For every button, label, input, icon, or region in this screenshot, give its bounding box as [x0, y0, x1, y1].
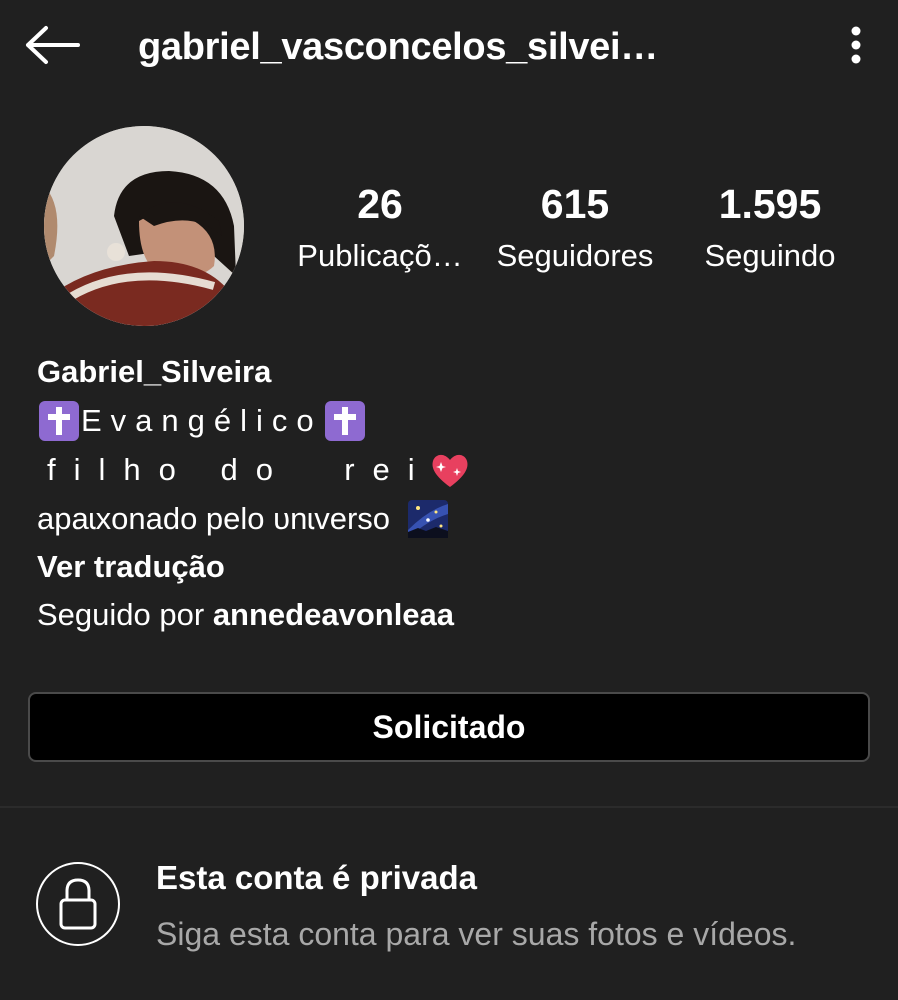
- posts-count: 26: [357, 181, 403, 227]
- followed-by-user-link[interactable]: annedeavonleaa: [213, 597, 454, 632]
- private-title: Esta conta é privada: [156, 859, 477, 896]
- sparkling-heart-icon: [432, 454, 468, 487]
- back-button[interactable]: [22, 22, 84, 68]
- profile-stats: 26 Publicaçõ… 615 Seguidores 1.595 Segui…: [0, 176, 898, 286]
- see-translation-link[interactable]: Ver tradução: [37, 543, 867, 591]
- arrow-left-icon: [26, 26, 80, 64]
- requested-button-label: Solicitado: [372, 708, 526, 745]
- profile-username-title: gabriel_vasconcelos_silvei…: [138, 26, 658, 68]
- bio-line-1-text: Evangélico: [81, 403, 323, 438]
- private-subtitle: Siga esta conta para ver suas fotos e ví…: [156, 916, 797, 952]
- requested-button[interactable]: Solicitado: [28, 692, 870, 762]
- followers-count: 615: [540, 181, 610, 227]
- bio-line-2: filho do rei: [37, 445, 867, 494]
- following-label: Seguindo: [704, 238, 836, 273]
- display-name: Gabriel_Silveira: [37, 354, 272, 389]
- followed-by-prefix: Seguido por: [37, 597, 213, 632]
- milky-way-icon: [408, 499, 449, 538]
- private-account-notice: Esta conta é privada Siga esta conta par…: [0, 808, 898, 1000]
- latin-cross-icon: [39, 400, 79, 441]
- stat-posts[interactable]: 26 Publicaçõ…: [285, 176, 475, 280]
- following-count: 1.595: [718, 181, 822, 227]
- stat-followers[interactable]: 615 Seguidores: [480, 176, 670, 280]
- more-vertical-icon: [851, 26, 861, 64]
- latin-cross-icon: [324, 400, 365, 441]
- profile-bio: Gabriel_Silveira Evangélico filho do rei…: [37, 348, 867, 639]
- more-options-button[interactable]: [836, 22, 876, 68]
- bio-line-2-text: filho do rei: [47, 452, 433, 487]
- lock-icon-circle: [36, 862, 120, 946]
- top-bar: gabriel_vasconcelos_silvei…: [0, 0, 898, 95]
- bio-line-3-text: apaɩxonado pelo υnɩverso: [37, 501, 391, 536]
- bio-line-3: apaɩxonado pelo υnɩverso: [37, 494, 867, 543]
- followers-label: Seguidores: [496, 238, 654, 273]
- stat-following[interactable]: 1.595 Seguindo: [675, 176, 865, 280]
- followed-by: Seguido por annedeavonleaa: [37, 591, 867, 639]
- posts-label: Publicaçõ…: [297, 238, 463, 273]
- bio-line-1: Evangélico: [37, 396, 867, 445]
- lock-icon: [59, 878, 97, 930]
